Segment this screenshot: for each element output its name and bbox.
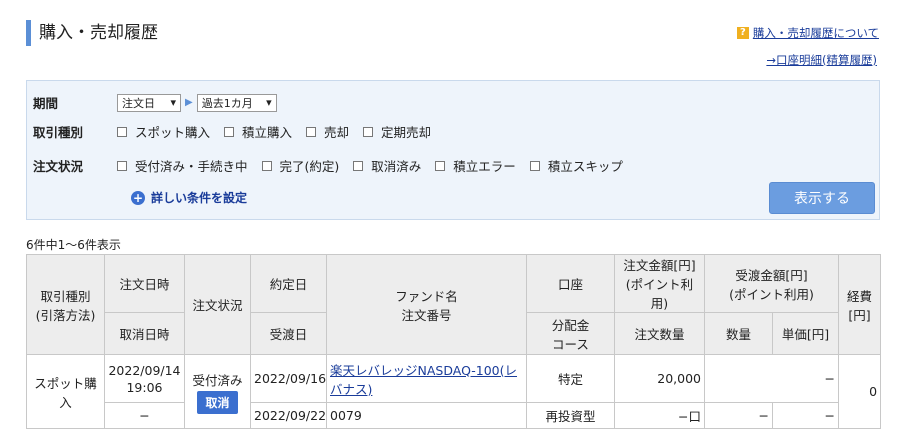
- page-title: 購入・売却履歴: [39, 23, 158, 43]
- period-range-value: 過去1カ月: [201, 96, 253, 110]
- checkbox-box[interactable]: [353, 160, 364, 171]
- header-cancel-date: 取消日時: [104, 312, 185, 355]
- help-link[interactable]: ? 購入・売却履歴について: [736, 25, 879, 41]
- help-icon: ?: [736, 27, 749, 39]
- arrow-right-icon: ▶: [185, 97, 193, 108]
- cell-status: 受付済み 取消: [184, 354, 251, 429]
- order-status-row: 注文状況 受付済み・手続き中 完了(約定) 取消済み 積立エラー 積立スキップ: [33, 156, 637, 175]
- show-button[interactable]: 表示する: [769, 182, 875, 214]
- header-fee: 経費 [円]: [838, 254, 882, 355]
- help-link-label[interactable]: 購入・売却履歴について: [753, 25, 879, 41]
- checkbox-label: 売却: [324, 125, 350, 140]
- result-count: 6件中1〜6件表示: [26, 238, 121, 252]
- checkbox-label: 定期売却: [381, 125, 432, 140]
- order-status-label: 注文状況: [33, 159, 84, 174]
- period-type-value: 注文日: [122, 96, 155, 110]
- fund-name-link[interactable]: 楽天レバレッジNASDAQ-100(レバナス): [330, 363, 517, 397]
- checkbox-label: 完了(約定): [279, 159, 340, 174]
- checkbox-label: 取消済み: [371, 159, 422, 174]
- checkbox-label: 積立スキップ: [547, 159, 623, 174]
- header-status: 注文状況: [184, 254, 251, 355]
- checkbox-box[interactable]: [261, 160, 272, 171]
- checkbox-label: 積立購入: [242, 125, 293, 140]
- header-order-date: 注文日時: [104, 254, 185, 313]
- checkbox-accum-error[interactable]: 積立エラー: [435, 156, 516, 175]
- checkbox-label: スポット購入: [135, 125, 211, 140]
- cell-fund-name: 楽天レバレッジNASDAQ-100(レバナス): [326, 354, 527, 403]
- checkbox-box[interactable]: [224, 126, 235, 137]
- checkbox-completed[interactable]: 完了(約定): [261, 156, 340, 175]
- chevron-down-icon: ▾: [266, 96, 272, 109]
- status-text: 受付済み: [192, 372, 243, 388]
- header-unit-price: 単価[円]: [771, 312, 840, 355]
- cell-unit-price: −: [771, 402, 840, 429]
- cell-order-qty: −口: [614, 402, 705, 429]
- checkbox-box[interactable]: [363, 126, 374, 137]
- cell-cancel-date: −: [104, 402, 185, 429]
- header-dist-course: 分配金 コース: [526, 312, 615, 355]
- header-order-qty: 注文数量: [614, 312, 705, 355]
- cell-settle-amount: −: [703, 354, 840, 403]
- cell-order-amount: 20,000: [614, 354, 705, 403]
- filter-panel: 期間 注文日 ▾ ▶ 過去1カ月 ▾ 取引種別 スポット購入 積立購入 売却 定…: [26, 80, 880, 220]
- period-type-select[interactable]: 注文日 ▾: [117, 93, 181, 112]
- checkbox-accum-skip[interactable]: 積立スキップ: [529, 156, 623, 175]
- checkbox-box[interactable]: [117, 126, 127, 137]
- checkbox-cancelled[interactable]: 取消済み: [353, 156, 421, 175]
- checkbox-box[interactable]: [117, 160, 127, 171]
- cell-txn-type: スポット購入: [26, 354, 105, 429]
- period-range-select[interactable]: 過去1カ月 ▾: [196, 93, 277, 112]
- period-row: 期間 注文日 ▾ ▶ 過去1カ月 ▾: [33, 93, 277, 112]
- cell-order-no: 0079: [326, 402, 527, 429]
- checkbox-accum-buy[interactable]: 積立購入: [224, 122, 292, 141]
- checkbox-periodic-sell[interactable]: 定期売却: [363, 122, 431, 141]
- table-row: − 2022/09/22 0079 再投資型 −口 − −: [27, 402, 881, 429]
- detail-conditions-label: 詳しい条件を設定: [151, 191, 248, 205]
- chevron-down-icon: ▾: [170, 96, 176, 109]
- cancel-order-button[interactable]: 取消: [197, 390, 238, 414]
- header-delivery-date: 受渡日: [250, 312, 327, 355]
- header-settle-amount: 受渡金額[円] (ポイント利用): [703, 254, 840, 313]
- checkbox-spot-buy[interactable]: スポット購入: [117, 122, 210, 141]
- checkbox-box[interactable]: [529, 160, 540, 171]
- header-account: 口座: [526, 254, 615, 313]
- history-table: 取引種別 (引落方法) 注文日時 注文状況 約定日 ファンド名 注文番号 口座 …: [26, 254, 882, 429]
- checkbox-box[interactable]: [435, 160, 446, 171]
- checkbox-box[interactable]: [306, 126, 317, 137]
- cell-exec-date: 2022/09/16: [250, 354, 327, 403]
- header-exec-date: 約定日: [250, 254, 327, 313]
- header-order-amount: 注文金額[円] (ポイント利用): [614, 254, 705, 313]
- cell-account: 特定: [526, 354, 615, 403]
- cell-delivery-date: 2022/09/22: [250, 402, 327, 429]
- cell-order-date: 2022/09/14 19:06: [104, 354, 185, 403]
- table-row: スポット購入 2022/09/14 19:06 受付済み 取消 2022/09/…: [26, 354, 882, 429]
- txn-type-row: 取引種別 スポット購入 積立購入 売却 定期売却: [33, 122, 445, 141]
- checkbox-label: 受付済み・手続き中: [135, 159, 248, 174]
- cell-qty: −: [704, 402, 773, 429]
- account-statement-link[interactable]: →口座明細(精算履歴): [766, 52, 877, 68]
- txn-type-label: 取引種別: [33, 125, 84, 140]
- checkbox-accepted[interactable]: 受付済み・手続き中: [117, 156, 248, 175]
- checkbox-sell[interactable]: 売却: [306, 122, 349, 141]
- page-title-bar: 購入・売却履歴: [26, 20, 158, 46]
- header-txn-type: 取引種別 (引落方法): [26, 254, 105, 355]
- cell-dist-course: 再投資型: [526, 402, 615, 429]
- period-label: 期間: [33, 96, 59, 111]
- header-qty: 数量: [704, 312, 773, 355]
- header-fund: ファンド名 注文番号: [326, 254, 527, 355]
- detail-conditions-link[interactable]: + 詳しい条件を設定: [131, 189, 247, 206]
- checkbox-label: 積立エラー: [453, 159, 516, 174]
- cell-fee: 0: [838, 354, 882, 429]
- plus-circle-icon: +: [131, 190, 145, 205]
